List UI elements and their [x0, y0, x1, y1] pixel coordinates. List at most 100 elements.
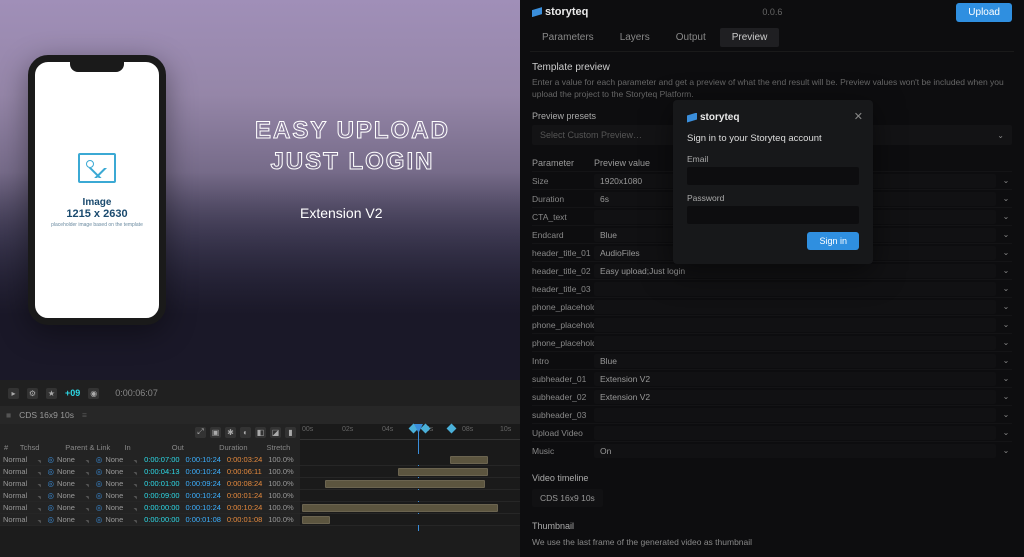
param-value-input[interactable]: Extension V2 — [594, 390, 996, 404]
subheader-text: Extension V2 — [300, 205, 383, 221]
param-key: CTA_text — [532, 212, 594, 222]
param-key: Intro — [532, 356, 594, 366]
placeholder-dimensions: 1215 x 2630 — [66, 208, 127, 220]
settings-icon[interactable]: ⚙ — [27, 388, 38, 399]
tab-preview[interactable]: Preview — [720, 28, 780, 47]
param-value-input[interactable] — [594, 300, 996, 314]
adjustment-icon[interactable]: ◧ — [255, 427, 266, 438]
phone-mockup: Image 1215 x 2630 placeholder image base… — [28, 55, 166, 325]
timeline-column-headers: ⤢ ▣ ✱ ◐ ◧ ◪ ▮ — [0, 424, 300, 440]
param-value-input[interactable] — [594, 282, 996, 296]
param-row: subheader_01Extension V2 ⌄ — [532, 369, 1012, 387]
comp-tab[interactable]: CDS 16x9 10s — [19, 410, 74, 420]
chevron-down-icon[interactable]: ⌄ — [1000, 374, 1012, 383]
chevron-down-icon[interactable]: ⌄ — [1000, 410, 1012, 419]
param-value-input[interactable]: On — [594, 444, 996, 458]
chevron-down-icon[interactable]: ⌄ — [1000, 392, 1012, 401]
param-key: Upload Video — [532, 428, 594, 438]
layer-row[interactable]: Normal◎None◎None0:00:00:000:00:10:240:00… — [0, 502, 520, 514]
chevron-down-icon[interactable]: ⌄ — [1000, 338, 1012, 347]
modal-logo: storyteq — [687, 112, 859, 123]
chevron-down-icon[interactable]: ⌄ — [1000, 176, 1012, 185]
timeline-layers: Normal◎None◎None0:00:07:000:00:10:240:00… — [0, 454, 520, 526]
layer-column-header: # Tchsd Parent & Link In Out Duration St… — [0, 440, 300, 454]
layer-row[interactable]: Normal◎None◎None0:00:09:000:00:10:240:00… — [0, 490, 520, 502]
chevron-down-icon[interactable]: ⌄ — [1000, 230, 1012, 239]
template-preview-desc: Enter a value for each parameter and get… — [532, 77, 1012, 101]
password-field[interactable] — [687, 206, 859, 224]
placeholder-label: Image — [83, 197, 112, 208]
param-row: subheader_03 ⌄ — [532, 405, 1012, 423]
thumbnail-text: We use the last frame of the generated v… — [532, 537, 1012, 547]
chevron-down-icon[interactable]: ⌄ — [1000, 284, 1012, 293]
image-placeholder-icon — [78, 153, 116, 183]
param-row: header_title_03 ⌄ — [532, 279, 1012, 297]
pointer-icon[interactable]: ▸ — [8, 388, 19, 399]
signin-modal: ✕ storyteq Sign in to your Storyteq acco… — [673, 100, 873, 264]
param-value-input[interactable]: Blue — [594, 354, 996, 368]
chevron-down-icon: ⌄ — [997, 131, 1004, 140]
time-ruler[interactable]: 00s 02s 04s 06s 08s 10s — [300, 424, 520, 440]
chevron-down-icon[interactable]: ⌄ — [1000, 212, 1012, 221]
timeline-toolbar: ▸ ⚙ ★ +09 ◉ 0:00:06:07 — [0, 380, 520, 406]
layer-row[interactable]: Normal◎None◎None0:00:01:000:00:09:240:00… — [0, 478, 520, 490]
layer-row[interactable]: Normal◎None◎None0:00:04:130:00:10:240:00… — [0, 466, 520, 478]
param-key: subheader_02 — [532, 392, 594, 402]
param-col-header: Parameter — [532, 158, 594, 168]
chevron-down-icon[interactable]: ⌄ — [1000, 266, 1012, 275]
placeholder-note: placeholder image based on the template — [51, 222, 143, 228]
chevron-down-icon[interactable]: ⌄ — [1000, 356, 1012, 365]
param-value-input[interactable] — [594, 426, 996, 440]
param-row: subheader_02Extension V2 ⌄ — [532, 387, 1012, 405]
param-value-input[interactable] — [594, 318, 996, 332]
video-timeline-label: Video timeline — [532, 473, 1012, 483]
param-row: IntroBlue ⌄ — [532, 351, 1012, 369]
chevron-down-icon[interactable]: ⌄ — [1000, 248, 1012, 257]
param-row: phone_placeholder_2⌄ — [532, 315, 1012, 333]
storyteq-logo: storyteq — [532, 6, 588, 18]
param-row: MusicOn⌄ — [532, 441, 1012, 459]
video-timeline-value: CDS 16x9 10s — [532, 489, 603, 507]
layer-row[interactable]: Normal◎None◎None0:00:00:000:00:01:080:00… — [0, 514, 520, 526]
chevron-down-icon[interactable]: ⌄ — [1000, 320, 1012, 329]
email-field[interactable] — [687, 167, 859, 185]
param-value-input[interactable]: Extension V2 — [594, 372, 996, 386]
upload-button[interactable]: Upload — [956, 3, 1012, 22]
tab-layers[interactable]: Layers — [608, 28, 662, 47]
param-value-input[interactable]: Easy upload;Just login — [594, 264, 996, 278]
param-value-input[interactable] — [594, 408, 996, 422]
star-icon[interactable]: ★ — [46, 388, 57, 399]
shy-icon[interactable]: ⤢ — [195, 427, 206, 438]
version-label: 0.0.6 — [762, 7, 782, 17]
motion-blur-icon[interactable]: ◐ — [240, 427, 251, 438]
param-key: phone_placeholder_1 — [532, 302, 594, 312]
chevron-down-icon[interactable]: ⌄ — [1000, 302, 1012, 311]
template-preview-title: Template preview — [532, 62, 1012, 73]
chevron-down-icon[interactable]: ⌄ — [1000, 194, 1012, 203]
email-label: Email — [687, 154, 859, 164]
tab-output[interactable]: Output — [664, 28, 718, 47]
param-key: header_title_02 — [532, 266, 594, 276]
composition-preview: Image 1215 x 2630 placeholder image base… — [0, 0, 520, 380]
chevron-down-icon[interactable]: ⌄ — [1000, 446, 1012, 455]
signin-button[interactable]: Sign in — [807, 232, 859, 250]
modal-title: Sign in to your Storyteq account — [687, 133, 859, 144]
tab-parameters[interactable]: Parameters — [530, 28, 606, 47]
current-timecode[interactable]: 0:00:06:07 — [115, 388, 158, 398]
fps-badge: +09 — [65, 388, 80, 398]
3d-icon[interactable]: ◪ — [270, 427, 281, 438]
mask-icon[interactable]: ▣ — [210, 427, 221, 438]
param-key: Duration — [532, 194, 594, 204]
snapshot-icon[interactable]: ◉ — [88, 388, 99, 399]
param-key: subheader_03 — [532, 410, 594, 420]
layer-row[interactable]: Normal◎None◎None0:00:07:000:00:10:240:00… — [0, 454, 520, 466]
fx-icon[interactable]: ✱ — [225, 427, 236, 438]
param-key: subheader_01 — [532, 374, 594, 384]
marker-icon[interactable]: ▮ — [285, 427, 296, 438]
close-icon[interactable]: ✕ — [854, 110, 863, 123]
param-value-input[interactable] — [594, 336, 996, 350]
chevron-down-icon[interactable]: ⌄ — [1000, 428, 1012, 437]
param-row: Upload Video ⌄ — [532, 423, 1012, 441]
headline-text: Easy upload just login — [255, 115, 450, 177]
param-key: header_title_03 — [532, 284, 594, 294]
